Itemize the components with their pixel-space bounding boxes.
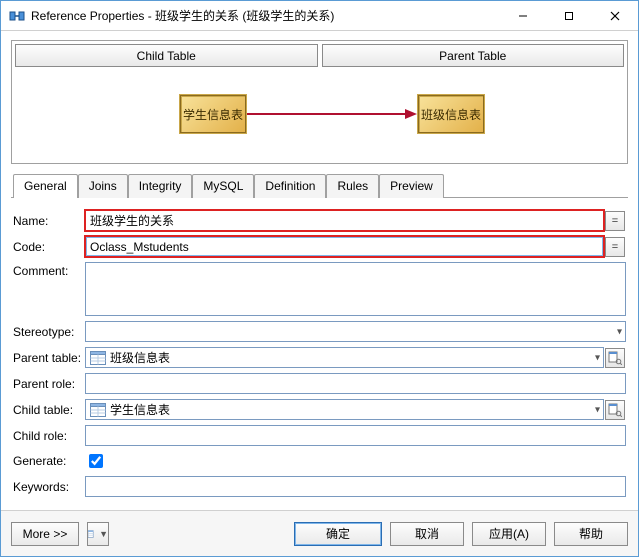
tab-joins[interactable]: Joins (78, 174, 128, 198)
window-buttons (500, 1, 638, 30)
maximize-button[interactable] (546, 1, 592, 30)
child-table-button[interactable]: Child Table (15, 44, 318, 67)
code-label: Code: (13, 240, 85, 254)
stereotype-label: Stereotype: (13, 325, 85, 339)
parent-table-combo[interactable]: 班级信息表 (85, 347, 604, 368)
child-table-value: 学生信息表 (110, 401, 170, 418)
table-icon (90, 351, 106, 365)
tab-rules[interactable]: Rules (326, 174, 379, 198)
name-eq-button[interactable]: = (605, 211, 625, 231)
window: Reference Properties - 班级学生的关系 (班级学生的关系)… (0, 0, 639, 557)
diagram-panel: Child Table Parent Table 学生信息表 班级信息表 (11, 40, 628, 164)
parent-role-field[interactable] (85, 373, 626, 394)
parent-table-value: 班级信息表 (110, 349, 170, 366)
titlebar: Reference Properties - 班级学生的关系 (班级学生的关系) (1, 1, 638, 31)
comment-field[interactable] (85, 262, 626, 316)
parent-entity-box[interactable]: 班级信息表 (418, 95, 484, 133)
child-role-field[interactable] (85, 425, 626, 446)
close-button[interactable] (592, 1, 638, 30)
ok-button[interactable]: 确定 (294, 522, 382, 546)
generate-checkbox[interactable] (89, 454, 103, 468)
help-button[interactable]: 帮助 (554, 522, 628, 546)
keywords-label: Keywords: (13, 480, 85, 494)
menu-icon (88, 528, 96, 540)
parent-table-label: Parent Table (439, 49, 506, 63)
arrow-head-icon (405, 109, 417, 119)
tab-mysql[interactable]: MySQL (192, 174, 254, 198)
stereotype-combo[interactable] (85, 321, 626, 342)
parent-role-label: Parent role: (13, 377, 85, 391)
minimize-button[interactable] (500, 1, 546, 30)
child-table-combo[interactable]: 学生信息表 (85, 399, 604, 420)
cancel-button[interactable]: 取消 (390, 522, 464, 546)
code-field[interactable] (85, 236, 604, 257)
menu-button[interactable]: ▼ (87, 522, 109, 546)
child-role-label: Child role: (13, 429, 85, 443)
tab-preview[interactable]: Preview (379, 174, 444, 198)
keywords-field[interactable] (85, 476, 626, 497)
parent-table-label: Parent table: (13, 351, 85, 365)
child-entity-box[interactable]: 学生信息表 (180, 95, 246, 133)
reference-icon (9, 8, 25, 24)
tab-integrity[interactable]: Integrity (128, 174, 193, 198)
name-label: Name: (13, 214, 85, 228)
apply-button[interactable]: 应用(A) (472, 522, 546, 546)
chevron-down-icon: ▼ (99, 529, 108, 539)
generate-label: Generate: (13, 454, 85, 468)
tab-definition[interactable]: Definition (254, 174, 326, 198)
code-eq-button[interactable]: = (605, 237, 625, 257)
client-area: Child Table Parent Table 学生信息表 班级信息表 Gen… (1, 31, 638, 556)
parent-table-props-button[interactable] (605, 348, 625, 368)
comment-label: Comment: (13, 262, 85, 278)
table-icon (90, 403, 106, 417)
tab-general[interactable]: General (13, 174, 78, 198)
arrow-line (247, 113, 407, 115)
more-button[interactable]: More >> (11, 522, 79, 546)
parent-table-button[interactable]: Parent Table (322, 44, 625, 67)
name-field[interactable] (85, 210, 604, 231)
child-table-props-button[interactable] (605, 400, 625, 420)
general-form: Name: = Code: = Comment: Stereotype: ▾ P… (11, 210, 628, 497)
child-table-label: Child table: (13, 403, 85, 417)
footer-bar: More >> ▼ 确定 取消 应用(A) 帮助 (1, 510, 638, 556)
relationship-diagram: 学生信息表 班级信息表 (15, 67, 624, 163)
window-title: Reference Properties - 班级学生的关系 (班级学生的关系) (31, 7, 500, 24)
child-table-label: Child Table (137, 49, 196, 63)
tab-strip: General Joins Integrity MySQL Definition… (11, 174, 628, 198)
